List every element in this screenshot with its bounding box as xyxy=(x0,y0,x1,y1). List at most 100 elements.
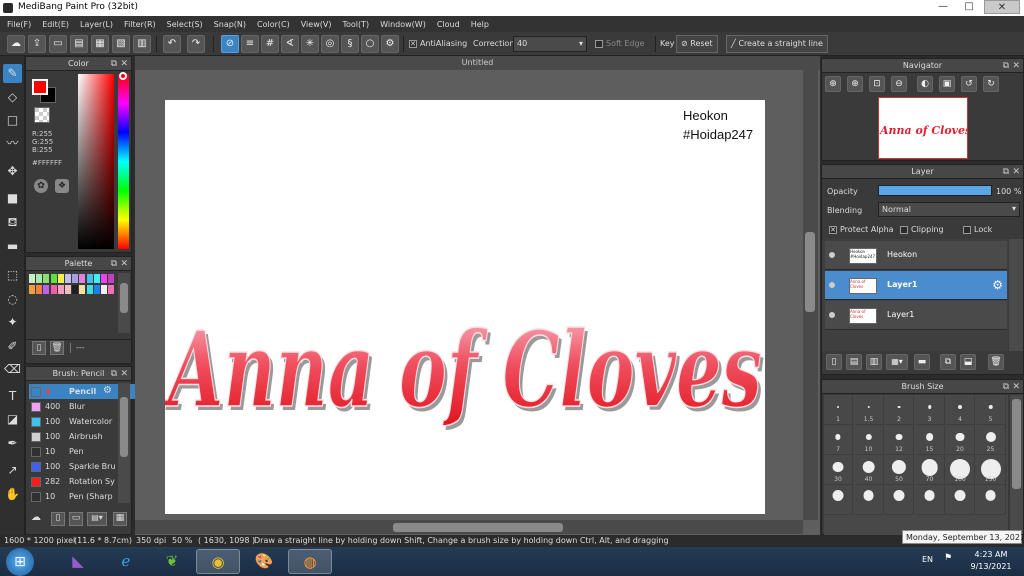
palette-swatch[interactable] xyxy=(43,274,50,283)
menu-select[interactable]: Select(S) xyxy=(167,20,203,29)
operation-tool-icon[interactable]: ↗ xyxy=(3,461,22,480)
divide-tool-icon[interactable]: ◪ xyxy=(3,410,22,429)
menu-snap[interactable]: Snap(N) xyxy=(214,20,246,29)
comment-icon[interactable]: ▭ xyxy=(49,35,67,53)
snap-parallel-icon[interactable]: ≡ xyxy=(241,35,259,53)
drawing-canvas[interactable]: Heokon #Hoidap247 Anna of Cloves Anna of… xyxy=(165,100,765,514)
fit-icon[interactable]: ⊡ xyxy=(869,76,885,92)
delete-layer-icon[interactable]: 🗑 xyxy=(988,354,1004,370)
palette-swatch[interactable] xyxy=(93,274,100,283)
palette-swatch[interactable] xyxy=(57,285,64,294)
move-tool-icon[interactable]: ✥ xyxy=(3,162,22,181)
brush-size-cell[interactable]: 20 xyxy=(946,425,975,455)
brush-menu-icon[interactable]: ▤▾ xyxy=(87,512,107,526)
canvas-tab[interactable]: Untitled xyxy=(135,56,820,70)
app-leaf-icon[interactable]: ❦ xyxy=(150,549,194,574)
palette-swatch[interactable] xyxy=(86,274,93,283)
panel-close-icon[interactable]: ✕ xyxy=(120,57,128,71)
menu-tool[interactable]: Tool(T) xyxy=(342,20,369,29)
zoom-in-alt-icon[interactable]: ⊕ xyxy=(847,76,863,92)
undock-icon[interactable]: ⧉ xyxy=(1003,380,1009,394)
visual-studio-icon[interactable]: ◣ xyxy=(56,549,100,574)
brush-scrollbar[interactable] xyxy=(118,383,130,503)
undock-icon[interactable]: ⧉ xyxy=(111,57,117,71)
magic-wand-tool-icon[interactable]: ✦ xyxy=(3,313,22,332)
eraser-tool-icon[interactable]: ◇ xyxy=(3,88,22,107)
palette-swatch[interactable] xyxy=(36,274,43,283)
palette-swatch[interactable] xyxy=(29,285,35,294)
menu-layer[interactable]: Layer(L) xyxy=(80,20,113,29)
snap-grid-icon[interactable]: # xyxy=(261,35,279,53)
brush-size-cell[interactable] xyxy=(824,485,853,515)
brush-size-cell[interactable]: 100 xyxy=(946,455,975,485)
palette-swatch[interactable] xyxy=(79,274,86,283)
layer-row-layer1[interactable]: Anna of Cloves Layer1 xyxy=(825,301,1007,330)
palette-swatch[interactable] xyxy=(29,274,35,283)
menu-filter[interactable]: Filter(R) xyxy=(124,20,156,29)
brush-size-cell[interactable]: 4 xyxy=(946,395,975,425)
chrome-icon[interactable]: ◉ xyxy=(196,549,240,574)
lasso-tool-icon[interactable]: ◌ xyxy=(3,290,22,309)
material-icon[interactable]: ▧ xyxy=(112,35,130,53)
maximize-button[interactable]: □ xyxy=(958,0,980,14)
palette-swatch[interactable] xyxy=(57,274,64,283)
brush-size-cell[interactable]: 2 xyxy=(885,395,914,425)
brush-size-cell[interactable]: 30 xyxy=(824,455,853,485)
panel-close-icon[interactable]: ✕ xyxy=(120,257,128,271)
palette-swatch[interactable] xyxy=(36,285,43,294)
canvas-horizontal-scrollbar[interactable] xyxy=(135,520,803,534)
palette-swatch[interactable] xyxy=(101,274,107,283)
bucket-tool-icon[interactable]: ⛾ xyxy=(3,213,22,232)
paint-palette-icon[interactable]: 🎨 xyxy=(242,549,286,574)
brush-cloud-icon[interactable]: ☁ xyxy=(31,512,45,526)
medibang-taskbar-icon[interactable]: ◍ xyxy=(288,549,332,574)
brush-settings-icon[interactable]: ▦ xyxy=(113,512,127,526)
new-8bit-layer-icon[interactable]: ▥ xyxy=(866,354,882,370)
palette-name-field[interactable]: --- xyxy=(76,343,85,352)
reset-button[interactable]: ⊘ Reset xyxy=(676,35,718,53)
layer-settings-gear-icon[interactable]: ⚙ xyxy=(992,278,1003,292)
menu-color[interactable]: Color(C) xyxy=(257,20,290,29)
merge-down-icon[interactable]: ⬓ xyxy=(960,354,976,370)
language-indicator[interactable]: EN xyxy=(922,555,933,564)
clipping-checkbox[interactable]: Clipping xyxy=(900,225,944,234)
settings-gear-icon[interactable]: ⚙ xyxy=(381,35,399,53)
brush-size-cell[interactable]: 1.5 xyxy=(854,395,884,425)
palette-swatch[interactable] xyxy=(65,285,71,294)
actual-size-icon[interactable]: ▣ xyxy=(939,76,955,92)
visibility-eye-icon[interactable] xyxy=(829,282,835,288)
menu-window[interactable]: Window(W) xyxy=(380,20,426,29)
visibility-eye-icon[interactable] xyxy=(829,312,835,318)
blending-select[interactable]: Normal ▾ xyxy=(878,202,1020,217)
protect-alpha-checkbox[interactable]: ✕ Protect Alpha xyxy=(829,225,894,234)
new-brush-icon[interactable]: ▯ xyxy=(51,512,65,526)
panel-close-icon[interactable]: ✕ xyxy=(1012,380,1020,394)
undock-icon[interactable]: ⧉ xyxy=(111,367,117,381)
color-tools-icon[interactable]: ❖ xyxy=(55,179,69,193)
palette-swatch[interactable] xyxy=(65,274,71,283)
dot-tool-icon[interactable]: □ xyxy=(3,111,22,130)
scroll-thumb[interactable] xyxy=(1012,399,1021,489)
redo-icon[interactable]: ↷ xyxy=(187,35,205,53)
scroll-thumb[interactable] xyxy=(805,232,815,312)
internet-explorer-icon[interactable]: ℯ xyxy=(104,549,148,574)
brush-tool-icon[interactable]: ✎ xyxy=(3,64,22,83)
brush-size-cell[interactable]: 50 xyxy=(885,455,914,485)
undock-icon[interactable]: ⧉ xyxy=(1003,165,1009,179)
panel-close-icon[interactable]: ✕ xyxy=(1012,59,1020,73)
antialiasing-checkbox[interactable]: ✕ AntiAliasing xyxy=(409,39,467,48)
correction-select[interactable]: 40 ▾ xyxy=(513,36,587,52)
snap-circle-icon[interactable]: ◎ xyxy=(321,35,339,53)
brush-size-cell[interactable]: 3 xyxy=(915,395,945,425)
palette-swatch[interactable] xyxy=(43,285,50,294)
delete-palette-icon[interactable]: 🗑 xyxy=(50,341,64,355)
brush-size-cell[interactable]: 10 xyxy=(854,425,884,455)
undo-icon[interactable]: ↶ xyxy=(163,35,181,53)
scroll-thumb[interactable] xyxy=(120,397,128,457)
brush-size-cell[interactable] xyxy=(946,485,975,515)
minimize-button[interactable]: — xyxy=(932,0,954,14)
smudge-tool-icon[interactable]: 〰 xyxy=(3,134,22,153)
palette-icon[interactable]: ✿ xyxy=(34,179,48,193)
zoom-out-icon[interactable]: ⊖ xyxy=(891,76,907,92)
scroll-thumb[interactable] xyxy=(120,283,128,313)
